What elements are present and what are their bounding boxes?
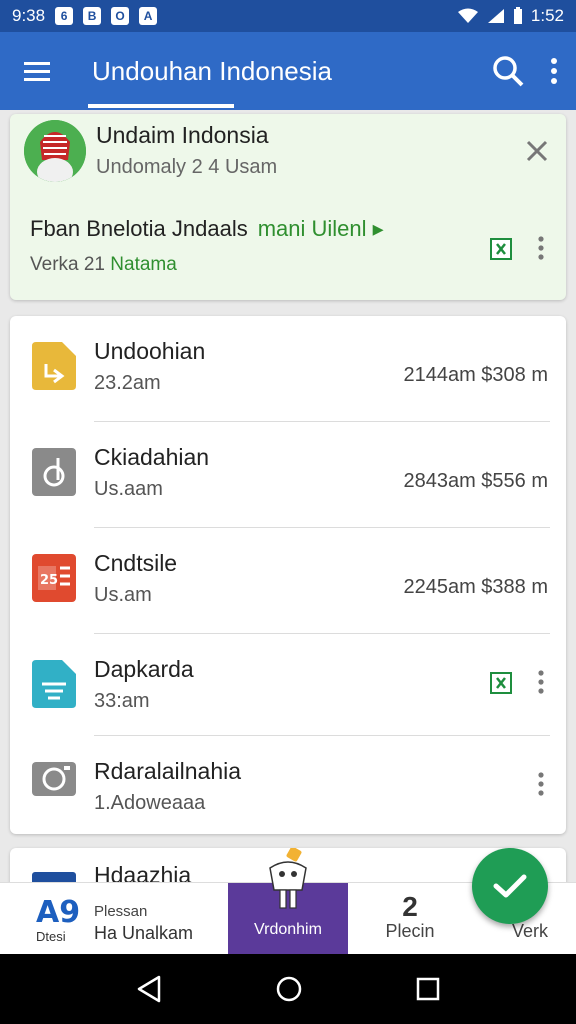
signal-icon <box>487 9 504 23</box>
app-bar: Undouhan Indonesia <box>0 32 576 110</box>
status-time: 9:38 <box>12 6 46 25</box>
file-subtitle: 33:am <box>94 690 150 712</box>
status-clock: 1:52 <box>530 6 564 25</box>
highlight-subtitle: Undomaly 2 4 Usam <box>96 156 278 178</box>
highlight-detail: Verka 21 Natama <box>30 254 177 276</box>
svg-text:25: 25 <box>40 573 58 588</box>
presentation-icon: 25 <box>32 554 76 602</box>
file-name: Undoohian <box>94 338 206 364</box>
highlight-title: Undaim Indonsia <box>96 122 269 148</box>
notification-icon-4: A <box>139 7 158 25</box>
nav-label-secondary: Plessan <box>94 903 148 920</box>
nav-label: Dtesi <box>36 929 66 944</box>
more-vert-icon[interactable] <box>538 772 544 796</box>
app-title: Undouhan Indonesia <box>92 55 332 86</box>
recents-icon[interactable] <box>416 977 440 1001</box>
battery-icon <box>513 7 522 24</box>
highlight-detail-prefix: Verka 21 <box>30 254 105 275</box>
list-item[interactable]: 25 Cndtsile Us.am 2245am $388 m <box>10 528 566 634</box>
notification-icon-2: B <box>83 7 102 25</box>
menu-icon <box>24 62 50 81</box>
check-icon <box>493 874 527 898</box>
mascot-icon[interactable] <box>262 848 314 912</box>
file-name: Ckiadahian <box>94 444 210 470</box>
back-icon[interactable] <box>136 975 162 1003</box>
more-vert-icon[interactable] <box>538 670 544 694</box>
doc-lines-icon <box>32 660 76 708</box>
nav-item-places[interactable]: 2 Plecin <box>348 883 472 955</box>
file-name: Cndtsile <box>94 550 178 576</box>
more-vert-icon[interactable] <box>550 58 558 84</box>
file-list: Undoohian 23.2am 2144am $308 m Ckiadahia… <box>10 316 566 834</box>
notification-icon-1: 6 <box>55 7 74 25</box>
list-item[interactable]: Dapkarda 33:am <box>10 634 566 736</box>
spreadsheet-icon <box>490 672 512 694</box>
file-meta: 2144am $308 m <box>403 364 548 386</box>
file-meta: 2843am $556 m <box>403 470 548 492</box>
nav-item-home[interactable]: A9 Dtesi Plessan Ha Unalkam <box>0 883 228 955</box>
list-item[interactable]: Undoohian 23.2am 2144am $308 m <box>10 316 566 422</box>
spreadsheet-icon <box>490 238 512 260</box>
highlight-message: Fban Bnelotia Jndaals mani Uilenl ▸ <box>30 216 384 242</box>
highlight-card[interactable]: Undaim Indonsia Undomaly 2 4 Usam Fban B… <box>10 114 566 300</box>
tab-indicator <box>88 104 234 108</box>
nav-label: Verk <box>511 921 548 941</box>
file-name: Dapkarda <box>94 656 194 682</box>
search-icon[interactable] <box>492 55 524 87</box>
avatar <box>24 120 86 182</box>
status-bar: 9:38 6 B O A 1:52 <box>0 0 576 32</box>
nav-glyph: 2 <box>402 891 418 922</box>
file-subtitle: Us.aam <box>94 478 163 500</box>
nav-label: Ha Unalkam <box>94 923 194 943</box>
shield-icon <box>32 448 76 496</box>
close-button[interactable] <box>526 136 548 170</box>
notification-icon-3: O <box>111 7 130 25</box>
system-nav-bar <box>0 954 576 1024</box>
wifi-icon <box>457 8 478 23</box>
list-item[interactable]: Ckiadahian Us.aam 2843am $556 m <box>10 422 566 528</box>
highlight-detail-status: Natama <box>110 254 177 275</box>
app-logo-icon: A9 <box>36 895 81 930</box>
doc-icon <box>32 342 76 390</box>
file-subtitle: 23.2am <box>94 372 161 394</box>
close-icon <box>526 140 548 162</box>
confirm-fab[interactable] <box>472 848 548 924</box>
menu-button[interactable] <box>0 32 74 110</box>
highlight-message-text: Fban Bnelotia Jndaals <box>30 216 248 241</box>
file-name: Rdaralailnahia <box>94 758 242 784</box>
home-icon[interactable] <box>275 975 303 1003</box>
nav-label: Plecin <box>385 921 435 941</box>
highlight-link[interactable]: mani Uilenl ▸ <box>258 216 384 241</box>
file-subtitle: Us.am <box>94 584 152 606</box>
list-item[interactable]: Rdaralailnahia 1.Adoweaaa <box>10 736 566 834</box>
nav-label: Vrdonhim <box>254 921 322 938</box>
file-subtitle: 1.Adoweaaa <box>94 792 206 814</box>
camera-icon <box>32 758 76 806</box>
file-meta: 2245am $388 m <box>403 576 548 598</box>
more-vert-icon[interactable] <box>538 236 544 260</box>
